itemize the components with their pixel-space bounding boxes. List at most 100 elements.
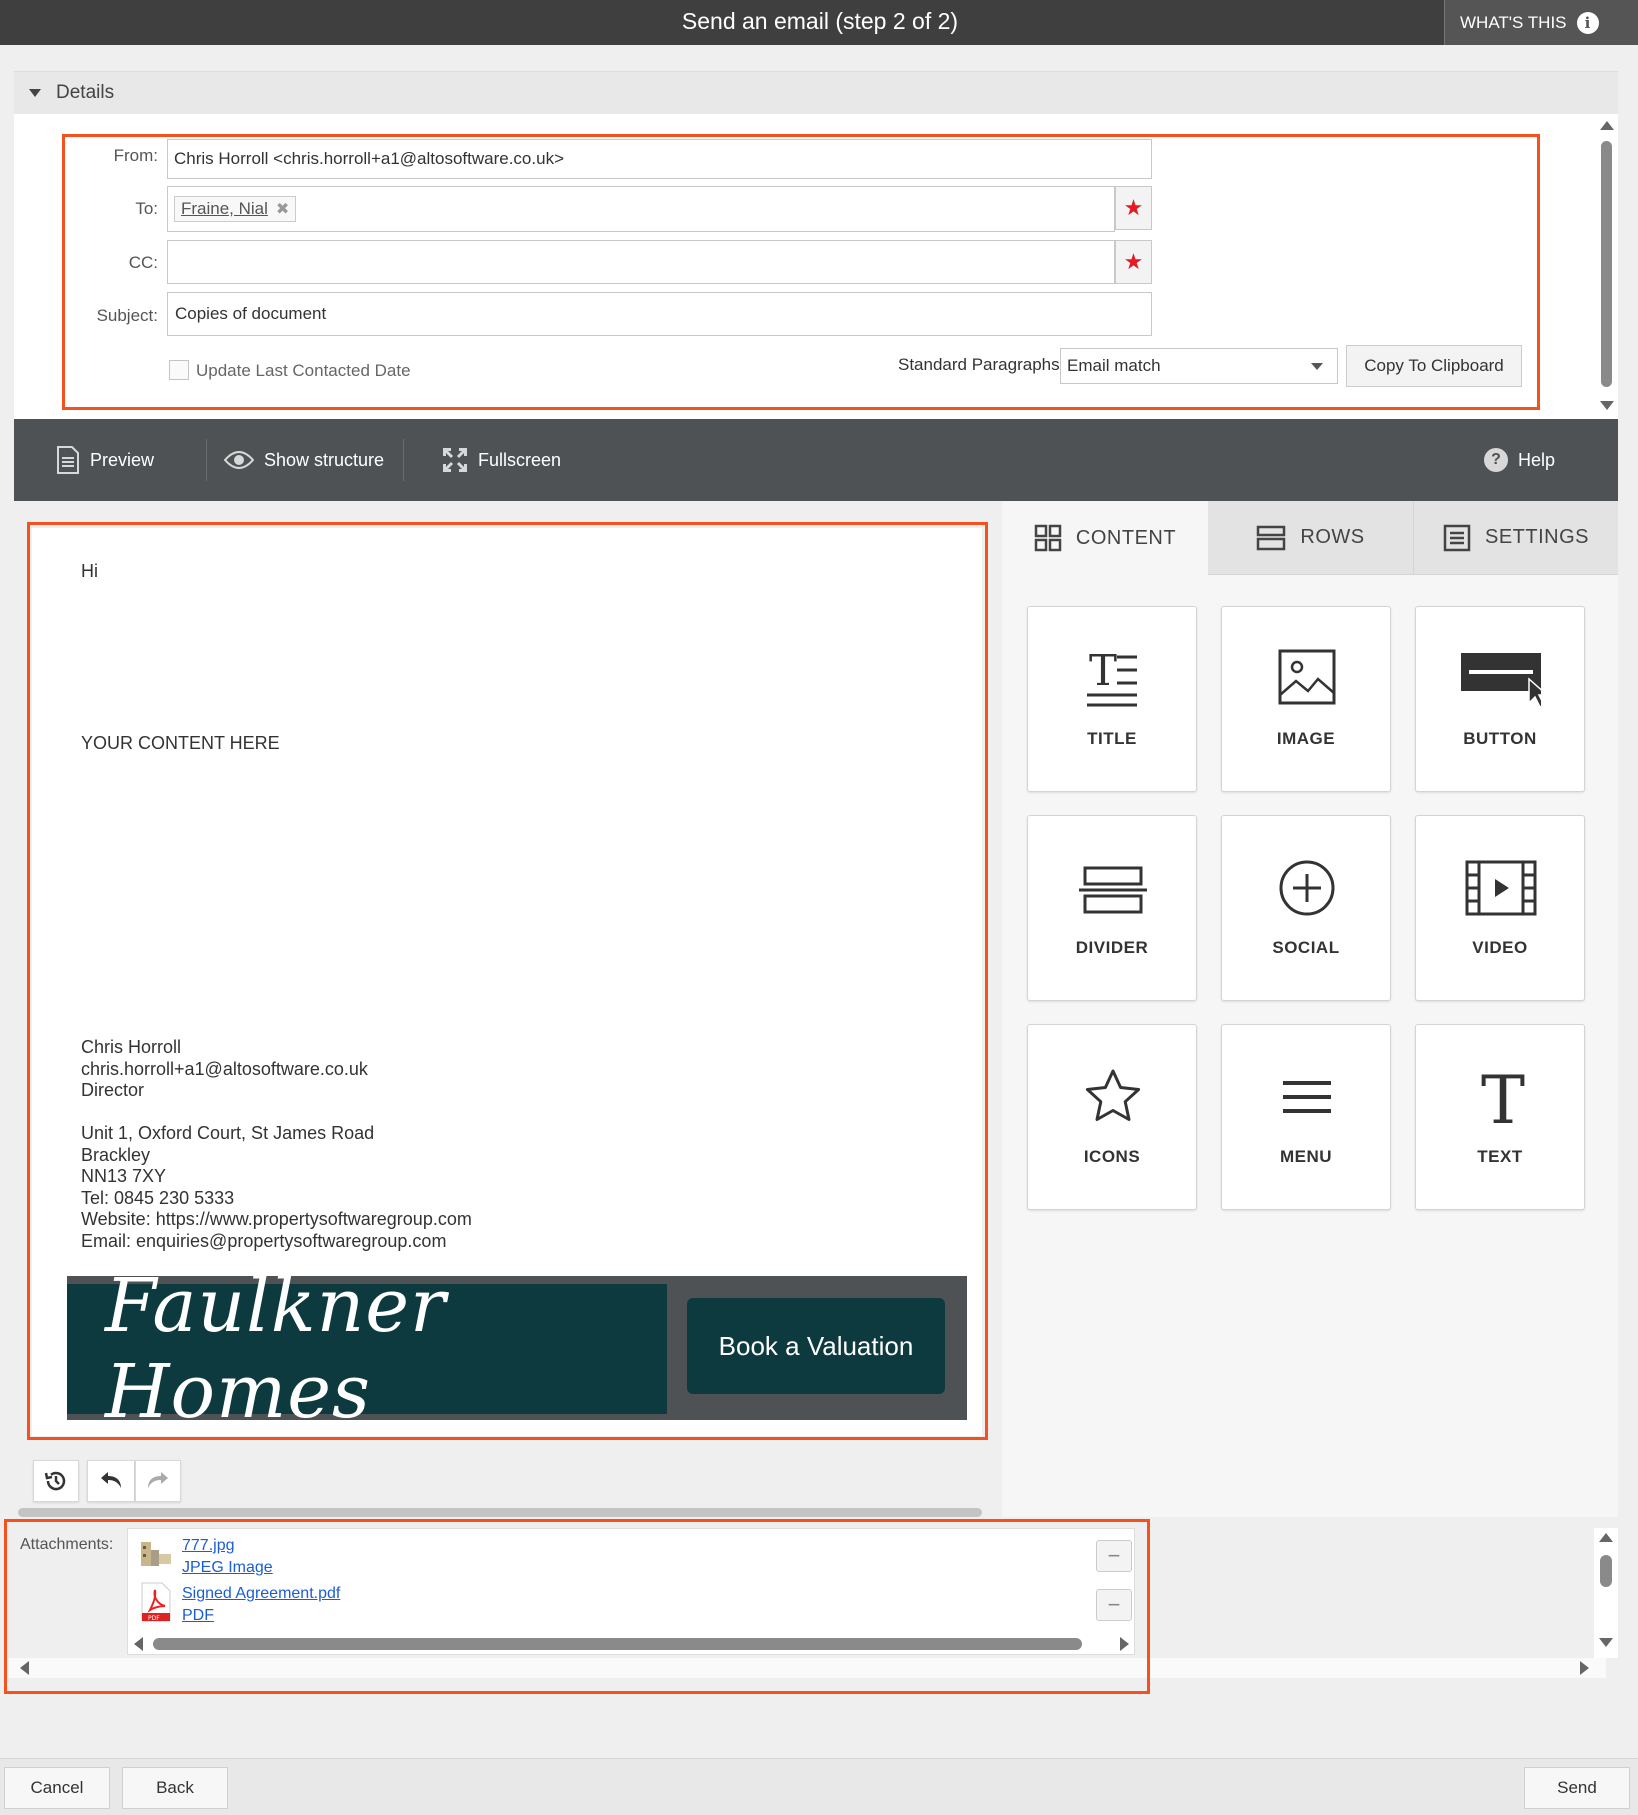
chevron-down-icon [1311, 363, 1323, 370]
block-image[interactable]: IMAGE [1221, 606, 1391, 792]
canvas-horizontal-scrollbar[interactable] [18, 1508, 982, 1517]
block-video-label: VIDEO [1472, 938, 1528, 957]
from-label: From: [113, 146, 158, 165]
undo-button[interactable] [87, 1460, 135, 1502]
recipient-tag[interactable]: Fraine, Nial ✖ [174, 196, 297, 222]
cc-label: CC: [128, 253, 158, 272]
whats-this-button[interactable]: WHAT'S THIS i [1444, 0, 1638, 45]
tab-content-label: CONTENT [1075, 526, 1177, 549]
signature-postcode: NN13 7XY [81, 1166, 167, 1186]
block-social[interactable]: SOCIAL [1221, 815, 1391, 1001]
email-signature[interactable]: Chris Horroll chris.horroll+a1@altosoftw… [81, 1037, 472, 1252]
block-image-label: IMAGE [1276, 729, 1336, 748]
scroll-up-arrow-icon[interactable] [1600, 121, 1614, 130]
details-scrollbar[interactable] [1597, 119, 1614, 414]
help-button[interactable]: ? Help [1484, 419, 1555, 501]
tab-settings-label: SETTINGS [1484, 526, 1589, 548]
text-icon: T [1481, 1062, 1525, 1137]
cc-field[interactable] [167, 240, 1115, 284]
update-last-contacted-label: Update Last Contacted Date [196, 361, 411, 380]
show-structure-button[interactable]: Show structure [224, 419, 384, 501]
tab-rows[interactable]: ROWS [1208, 501, 1413, 575]
editor-toolbar: Preview Show structure Fullscreen ? Help [14, 419, 1618, 501]
preview-label: Preview [90, 449, 155, 470]
send-button[interactable]: Send [1524, 1767, 1630, 1809]
to-label: To: [135, 199, 158, 218]
to-field[interactable]: Fraine, Nial ✖ [167, 186, 1115, 232]
details-section-toggle[interactable]: Details [14, 71, 1618, 114]
star-icon [1085, 1069, 1141, 1121]
block-icons-label: ICONS [1083, 1147, 1141, 1166]
scrollbar-thumb[interactable] [1600, 1555, 1612, 1587]
title-bar: Send an email (step 2 of 2) WHAT'S THIS … [0, 0, 1638, 45]
show-structure-label: Show structure [264, 449, 385, 470]
block-text[interactable]: T TEXT [1415, 1024, 1585, 1210]
signature-role: Director [81, 1080, 145, 1100]
block-divider[interactable]: DIVIDER [1027, 815, 1197, 1001]
email-greeting[interactable]: Hi [81, 561, 98, 582]
history-button[interactable] [33, 1460, 79, 1502]
undo-icon [101, 1472, 121, 1488]
menu-icon [1283, 1081, 1331, 1113]
tab-content[interactable]: CONTENT [1002, 501, 1208, 575]
block-menu[interactable]: MENU [1221, 1024, 1391, 1210]
preview-button[interactable]: Preview [56, 419, 154, 501]
block-menu-label: MENU [1279, 1147, 1333, 1166]
signature-tel: Tel: 0845 230 5333 [81, 1187, 235, 1208]
collapse-triangle-icon [29, 89, 41, 97]
update-last-contacted-checkbox[interactable] [169, 360, 189, 380]
details-section-label: Details [56, 82, 115, 103]
block-title-label: TITLE [1087, 729, 1137, 748]
page-title: Send an email (step 2 of 2) [681, 8, 959, 34]
website-link[interactable]: https://www.propertysoftwaregroup.com [156, 1209, 472, 1229]
subject-field[interactable]: Copies of document [167, 292, 1152, 336]
cancel-button[interactable]: Cancel [4, 1767, 110, 1809]
svg-text:T: T [1089, 646, 1117, 695]
fullscreen-label: Fullscreen [478, 449, 562, 470]
image-icon [1278, 649, 1336, 705]
tab-rows-label: ROWS [1300, 526, 1365, 548]
tab-settings[interactable]: SETTINGS [1413, 501, 1618, 575]
fullscreen-button[interactable]: Fullscreen [442, 419, 561, 501]
enquiries-email-link[interactable]: enquiries@propertysoftwaregroup.com [136, 1231, 446, 1251]
scroll-right-arrow-icon[interactable] [1580, 1661, 1589, 1675]
settings-icon [1443, 524, 1471, 551]
remove-recipient-icon[interactable]: ✖ [276, 199, 289, 219]
scroll-up-arrow-icon[interactable] [1599, 1533, 1613, 1542]
scroll-down-arrow-icon[interactable] [1600, 401, 1614, 410]
book-valuation-button[interactable]: Book a Valuation [687, 1298, 945, 1394]
document-icon [57, 446, 79, 474]
recipient-name[interactable]: Fraine, Nial [181, 199, 268, 219]
scroll-down-arrow-icon[interactable] [1599, 1638, 1613, 1647]
back-button[interactable]: Back [122, 1767, 228, 1809]
to-required-star-icon: ★ [1115, 186, 1152, 230]
block-title[interactable]: T TITLE [1027, 606, 1197, 792]
email-banner[interactable]: Faulkner Homes Book a Valuation [67, 1263, 967, 1435]
scrollbar-thumb[interactable] [1601, 141, 1612, 387]
block-icons[interactable]: ICONS [1027, 1024, 1197, 1210]
expand-icon [442, 447, 468, 473]
signature-address-line1: Unit 1, Oxford Court, St James Road [81, 1123, 375, 1143]
standard-paragraphs-value: Email match [1067, 356, 1161, 375]
block-divider-label: DIVIDER [1075, 938, 1149, 957]
cc-required-star-icon: ★ [1115, 240, 1152, 284]
standard-paragraphs-select[interactable]: Email match [1060, 348, 1338, 384]
copy-to-clipboard-button[interactable]: Copy To Clipboard [1346, 345, 1522, 387]
block-video[interactable]: VIDEO [1415, 815, 1585, 1001]
signature-email-link[interactable]: chris.horroll+a1@altosoftware.co.uk [81, 1059, 368, 1079]
svg-text:T: T [1481, 1062, 1525, 1137]
video-icon [1465, 860, 1537, 916]
footer-bar [0, 1758, 1638, 1815]
signature-name: Chris Horroll [81, 1037, 182, 1057]
toolbar-divider [403, 439, 404, 481]
redo-icon [148, 1472, 168, 1488]
block-button[interactable]: BUTTON [1415, 606, 1585, 792]
subject-label: Subject: [96, 306, 158, 325]
email-content-placeholder[interactable]: YOUR CONTENT HERE [81, 733, 280, 754]
attachments-highlight-frame [4, 1519, 1150, 1694]
from-field[interactable]: Chris Horroll <chris.horroll+a1@altosoft… [167, 139, 1152, 179]
eye-icon [224, 451, 254, 469]
redo-button[interactable] [135, 1460, 181, 1502]
whats-this-label: WHAT'S THIS [1460, 12, 1567, 32]
button-icon [1461, 653, 1541, 709]
